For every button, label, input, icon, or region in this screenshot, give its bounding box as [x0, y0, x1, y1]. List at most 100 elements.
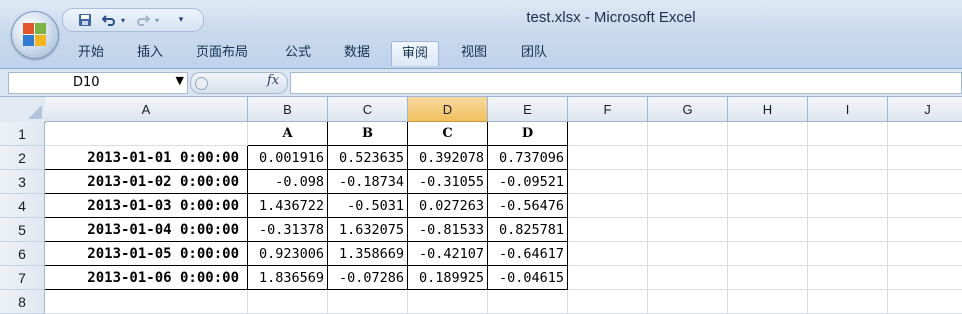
- cell-b8[interactable]: [248, 290, 328, 314]
- cell-j1[interactable]: [888, 122, 962, 146]
- column-header-i[interactable]: I: [808, 97, 888, 122]
- cell-d1[interactable]: C: [408, 122, 488, 146]
- tab-data[interactable]: 数据: [334, 41, 380, 65]
- column-header-f[interactable]: F: [568, 97, 648, 122]
- cell-d8[interactable]: [408, 290, 488, 314]
- cell-a6[interactable]: 2013-01-05 0:00:00: [45, 242, 248, 266]
- cell-d6[interactable]: -0.42107: [408, 242, 488, 266]
- cell-f6[interactable]: [568, 242, 648, 266]
- cell-e3[interactable]: -0.09521: [488, 170, 568, 194]
- cell-g2[interactable]: [648, 146, 728, 170]
- cell-g8[interactable]: [648, 290, 728, 314]
- cell-j7[interactable]: [888, 266, 962, 290]
- cell-g1[interactable]: [648, 122, 728, 146]
- cell-c7[interactable]: -0.07286: [328, 266, 408, 290]
- cell-e6[interactable]: -0.64617: [488, 242, 568, 266]
- cell-j4[interactable]: [888, 194, 962, 218]
- cell-e7[interactable]: -0.04615: [488, 266, 568, 290]
- row-header-3[interactable]: 3: [0, 170, 45, 194]
- cell-i2[interactable]: [808, 146, 888, 170]
- cell-a1[interactable]: [45, 122, 248, 146]
- cell-b5[interactable]: -0.31378: [248, 218, 328, 242]
- cell-f2[interactable]: [568, 146, 648, 170]
- row-header-1[interactable]: 1: [0, 122, 45, 146]
- tab-review[interactable]: 审阅: [391, 41, 440, 66]
- cell-i4[interactable]: [808, 194, 888, 218]
- cell-a4[interactable]: 2013-01-03 0:00:00: [45, 194, 248, 218]
- office-button[interactable]: [11, 11, 59, 59]
- formula-bar-handle-icon[interactable]: [195, 77, 208, 90]
- cell-d2[interactable]: 0.392078: [408, 146, 488, 170]
- cell-h3[interactable]: [728, 170, 808, 194]
- column-header-g[interactable]: G: [648, 97, 728, 122]
- cell-c8[interactable]: [328, 290, 408, 314]
- row-header-4[interactable]: 4: [0, 194, 45, 218]
- cell-g6[interactable]: [648, 242, 728, 266]
- column-header-d[interactable]: D: [408, 97, 488, 122]
- cell-d7[interactable]: 0.189925: [408, 266, 488, 290]
- cell-d4[interactable]: 0.027263: [408, 194, 488, 218]
- cell-i7[interactable]: [808, 266, 888, 290]
- cell-b2[interactable]: 0.001916: [248, 146, 328, 170]
- cell-f8[interactable]: [568, 290, 648, 314]
- insert-function-button[interactable]: fx: [267, 73, 279, 88]
- column-header-b[interactable]: B: [248, 97, 328, 122]
- cell-h6[interactable]: [728, 242, 808, 266]
- cell-e4[interactable]: -0.56476: [488, 194, 568, 218]
- select-all-button[interactable]: [0, 97, 46, 123]
- cell-c3[interactable]: -0.18734: [328, 170, 408, 194]
- cell-a7[interactable]: 2013-01-06 0:00:00: [45, 266, 248, 290]
- cell-i6[interactable]: [808, 242, 888, 266]
- cell-i3[interactable]: [808, 170, 888, 194]
- cell-i1[interactable]: [808, 122, 888, 146]
- cell-c1[interactable]: B: [328, 122, 408, 146]
- cell-a8[interactable]: [45, 290, 248, 314]
- tab-team[interactable]: 团队: [511, 41, 557, 65]
- cell-f3[interactable]: [568, 170, 648, 194]
- formula-input[interactable]: [290, 72, 962, 94]
- cell-a5[interactable]: 2013-01-04 0:00:00: [45, 218, 248, 242]
- cell-h4[interactable]: [728, 194, 808, 218]
- column-header-h[interactable]: H: [728, 97, 808, 122]
- row-header-7[interactable]: 7: [0, 266, 45, 290]
- cell-f7[interactable]: [568, 266, 648, 290]
- cell-j3[interactable]: [888, 170, 962, 194]
- cell-g4[interactable]: [648, 194, 728, 218]
- cell-e8[interactable]: [488, 290, 568, 314]
- cell-j8[interactable]: [888, 290, 962, 314]
- cell-f1[interactable]: [568, 122, 648, 146]
- cell-h7[interactable]: [728, 266, 808, 290]
- cell-g7[interactable]: [648, 266, 728, 290]
- row-header-6[interactable]: 6: [0, 242, 45, 266]
- cell-b1[interactable]: A: [248, 122, 328, 146]
- cell-c6[interactable]: 1.358669: [328, 242, 408, 266]
- column-header-a[interactable]: A: [45, 97, 248, 122]
- cell-d5[interactable]: -0.81533: [408, 218, 488, 242]
- cell-h1[interactable]: [728, 122, 808, 146]
- cell-b3[interactable]: -0.098: [248, 170, 328, 194]
- cell-i5[interactable]: [808, 218, 888, 242]
- cell-f4[interactable]: [568, 194, 648, 218]
- cell-b6[interactable]: 0.923006: [248, 242, 328, 266]
- tab-page-layout[interactable]: 页面布局: [186, 41, 258, 65]
- cell-a3[interactable]: 2013-01-02 0:00:00: [45, 170, 248, 194]
- cell-e1[interactable]: D: [488, 122, 568, 146]
- column-header-e[interactable]: E: [488, 97, 568, 122]
- name-box[interactable]: D10 ▼: [8, 72, 188, 94]
- cell-h5[interactable]: [728, 218, 808, 242]
- cell-h2[interactable]: [728, 146, 808, 170]
- cell-g3[interactable]: [648, 170, 728, 194]
- tab-insert[interactable]: 插入: [127, 41, 173, 65]
- column-header-j[interactable]: J: [888, 97, 962, 122]
- cell-c5[interactable]: 1.632075: [328, 218, 408, 242]
- row-header-2[interactable]: 2: [0, 146, 45, 170]
- cell-c2[interactable]: 0.523635: [328, 146, 408, 170]
- name-box-dropdown-icon[interactable]: ▼: [176, 74, 184, 87]
- cell-h8[interactable]: [728, 290, 808, 314]
- row-header-8[interactable]: 8: [0, 290, 45, 314]
- cell-j2[interactable]: [888, 146, 962, 170]
- cell-b4[interactable]: 1.436722: [248, 194, 328, 218]
- cell-j5[interactable]: [888, 218, 962, 242]
- cell-a2[interactable]: 2013-01-01 0:00:00: [45, 146, 248, 170]
- cell-i8[interactable]: [808, 290, 888, 314]
